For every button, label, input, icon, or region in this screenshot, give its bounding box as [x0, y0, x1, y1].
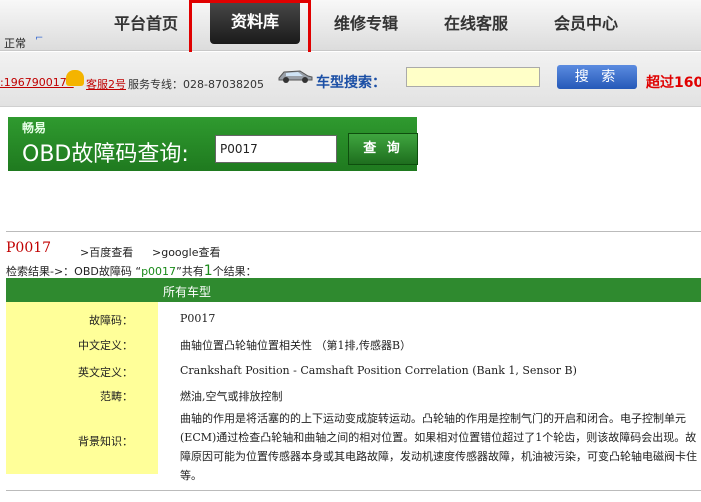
divider-bottom — [6, 490, 701, 491]
google-link[interactable]: >google查看 — [152, 244, 220, 260]
qq-icon[interactable] — [66, 70, 84, 86]
obd-code-input[interactable]: P0017 — [215, 135, 337, 163]
status-link-icon[interactable]: ⌐ — [35, 33, 43, 44]
value-category: 燃油,空气或排放控制 — [180, 390, 283, 403]
value-background: 曲轴的作用是将活塞的的上下运动变成旋转运动。凸轮轴的作用是控制气门的开启和闭合。… — [180, 412, 697, 482]
value-en-definition: Crankshaft Position - Camshaft Position … — [180, 364, 577, 377]
fault-code-title: P0017 — [6, 240, 52, 256]
search-button[interactable]: 搜 索 — [557, 65, 637, 89]
car-search-label: 车型搜索： — [316, 75, 386, 91]
label-cn-definition: 中文定义： — [78, 339, 133, 352]
car-icon — [278, 70, 313, 83]
value-fault-code: P0017 — [180, 312, 216, 325]
label-en-definition: 英文定义： — [78, 366, 133, 379]
hotline-text: 服务专线：028-87038205 — [128, 78, 264, 91]
nav-home[interactable]: 平台首页 — [100, 0, 192, 50]
status-text: 正常 — [4, 37, 26, 50]
obd-brand: 畅易 — [22, 121, 47, 135]
nav-online-service[interactable]: 在线客服 — [430, 0, 522, 50]
baidu-link[interactable]: >百度查看 — [80, 244, 133, 260]
nav-repair-album[interactable]: 维修专辑 — [318, 0, 414, 50]
label-fault-code: 故障码： — [89, 314, 133, 327]
nav-member-center[interactable]: 会员中心 — [540, 0, 632, 50]
table-header — [6, 278, 701, 302]
result-summary: 检索结果->：OBD故障码 “p0017”共有1个结果： — [6, 263, 257, 279]
divider — [6, 231, 701, 232]
over-text: 超过160 — [646, 75, 701, 91]
service-link[interactable]: 客服2号 — [86, 76, 126, 92]
car-search-input[interactable] — [406, 67, 540, 87]
value-cn-definition: 曲轴位置凸轮轴位置相关性 （第1排,传感器B） — [180, 339, 412, 352]
label-background: 背景知识： — [78, 435, 133, 448]
all-models-label: 所有车型 — [163, 285, 212, 299]
obd-title: OBD故障码查询: — [22, 142, 189, 167]
qq-number-link[interactable]: :1967900174 — [0, 76, 74, 89]
label-category: 范畴： — [100, 390, 133, 403]
obd-query-button[interactable]: 查 询 — [348, 133, 418, 165]
